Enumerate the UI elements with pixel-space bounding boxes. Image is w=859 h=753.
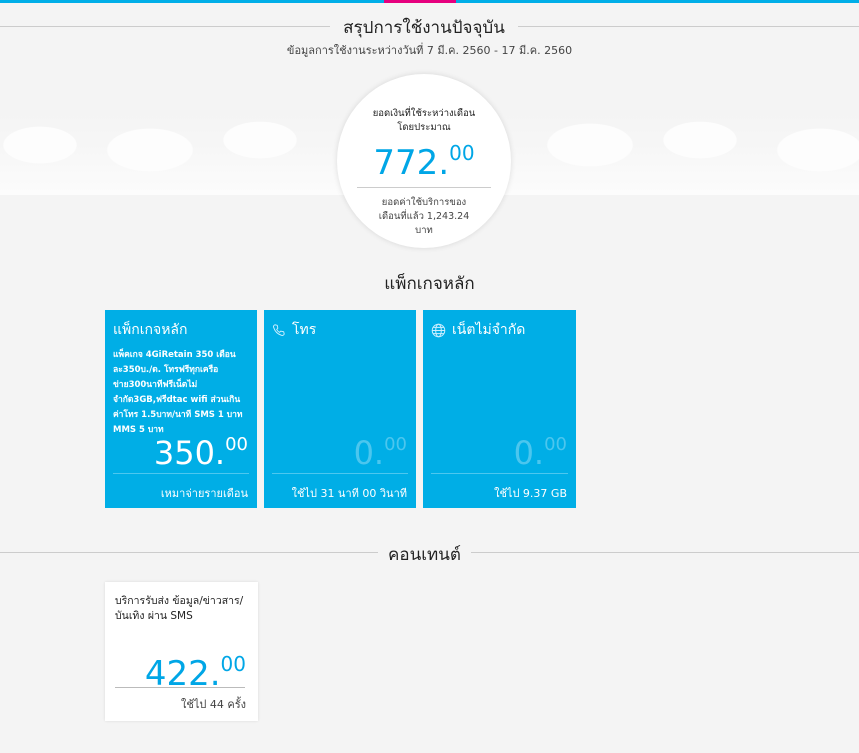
page-title: สรุปการใช้งานปัจจุบัน	[343, 18, 505, 38]
summary-label: ยอดเงินที่ใช้ระหว่างเดือน โดยประมาณ	[372, 108, 476, 133]
packages-title: แพ็กเกจหลัก	[384, 274, 475, 294]
card-amount: 0.00	[513, 434, 567, 472]
package-card-call[interactable]: โทร 0.00 ใช้ไป 31 นาที 00 วินาที	[264, 310, 416, 508]
card-amount: 0.00	[353, 434, 407, 472]
card-description: แพ็คเกจ 4GiRetain 350 เดือนละ350บ./ด. โท…	[113, 350, 243, 435]
divider	[0, 26, 330, 27]
card-footer: ใช้ไป 9.37 GB	[494, 487, 567, 500]
divider	[471, 552, 859, 553]
phone-icon	[273, 324, 285, 336]
divider	[113, 473, 249, 474]
content-card-sms[interactable]: บริการรับส่ง ข้อมูล/ข่าวสาร/บันเทิง ผ่าน…	[105, 582, 258, 721]
prev-month-label: ยอดค่าใช้บริการของ	[381, 197, 467, 208]
card-amount: 350.00	[153, 434, 248, 472]
divider	[0, 552, 378, 553]
prev-month-value: เดือนที่แล้ว 1,243.24	[378, 211, 470, 222]
divider	[431, 473, 568, 474]
top-accent-bar	[0, 0, 859, 3]
divider	[357, 187, 491, 188]
globe-icon	[431, 323, 446, 337]
card-title: บริการรับส่ง ข้อมูล/ข่าวสาร/บันเทิง ผ่าน…	[115, 595, 244, 622]
divider	[115, 687, 245, 688]
card-footer: ใช้ไป 44 ครั้ง	[181, 698, 246, 711]
divider	[272, 473, 408, 474]
content-title: คอนเทนต์	[388, 545, 461, 565]
card-amount: 422.00	[144, 652, 246, 694]
date-range: ข้อมูลการใช้งานระหว่างวันที่ 7 มี.ค. 256…	[286, 44, 573, 57]
package-card-internet[interactable]: เน็ตไม่จำกัด 0.00 ใช้ไป 9.37 GB	[423, 310, 576, 508]
card-title: เน็ตไม่จำกัด	[452, 322, 526, 338]
card-title: โทร	[292, 322, 317, 338]
active-tab-indicator	[384, 0, 456, 3]
card-footer: เหมาจ่ายรายเดือน	[160, 487, 248, 500]
divider	[518, 26, 859, 27]
summary-amount: 772.00	[373, 141, 475, 183]
summary-circle: ยอดเงินที่ใช้ระหว่างเดือน โดยประมาณ 772.…	[337, 74, 511, 248]
card-footer: ใช้ไป 31 นาที 00 วินาที	[291, 487, 407, 500]
prev-month-unit: บาท	[415, 225, 433, 236]
card-title: แพ็กเกจหลัก	[113, 322, 188, 338]
package-card-main[interactable]: แพ็กเกจหลัก แพ็คเกจ 4GiRetain 350 เดือนล…	[105, 310, 257, 508]
